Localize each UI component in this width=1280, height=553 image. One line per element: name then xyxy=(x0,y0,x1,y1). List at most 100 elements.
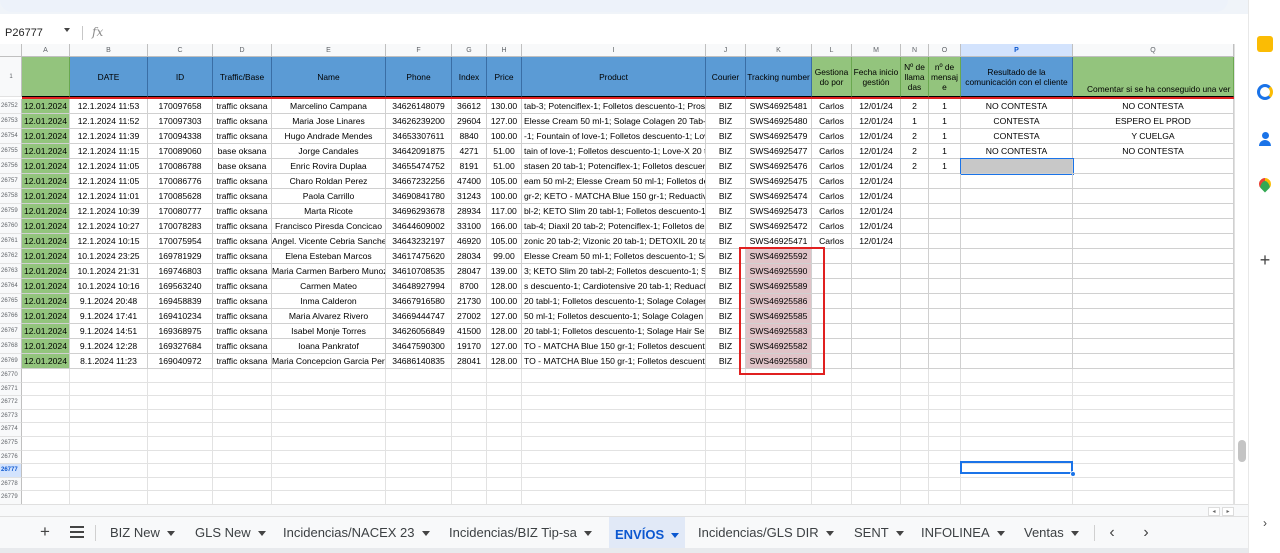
cell-fecha[interactable] xyxy=(852,264,901,279)
cell-com[interactable]: NO CONTESTA xyxy=(1073,144,1234,159)
empty-cell[interactable] xyxy=(706,396,746,410)
empty-cell[interactable] xyxy=(487,423,522,437)
cell-mens[interactable] xyxy=(929,354,961,369)
empty-cell[interactable] xyxy=(213,437,272,451)
row-header[interactable]: 26770 xyxy=(0,369,22,383)
empty-cell[interactable] xyxy=(272,423,386,437)
selected-cell[interactable] xyxy=(960,461,1073,474)
row-header[interactable]: 26769 xyxy=(0,354,22,369)
cell-date[interactable]: 12.01.2024 xyxy=(22,309,70,324)
cell-product[interactable]: tab-4; Diaxil 20 tab-2; Potenciflex-1; F… xyxy=(522,219,706,234)
cell-res[interactable] xyxy=(961,249,1073,264)
cell-mens[interactable]: 1 xyxy=(929,129,961,144)
cell-date[interactable]: 12.01.2024 xyxy=(22,174,70,189)
empty-cell[interactable] xyxy=(386,382,452,397)
plus-icon[interactable]: + xyxy=(36,523,54,541)
empty-cell[interactable] xyxy=(522,464,706,478)
empty-cell[interactable] xyxy=(22,423,70,437)
empty-cell[interactable] xyxy=(522,450,706,465)
empty-cell[interactable] xyxy=(746,477,812,492)
empty-cell[interactable] xyxy=(852,423,901,437)
column-header-f[interactable]: F xyxy=(386,44,452,57)
column-header-d[interactable]: D xyxy=(213,44,272,57)
cell-price[interactable]: 100.00 xyxy=(487,189,522,204)
cell-com[interactable] xyxy=(1073,249,1234,264)
empty-cell[interactable] xyxy=(213,464,272,478)
row-header[interactable]: 26752 xyxy=(0,99,22,114)
empty-cell[interactable] xyxy=(929,450,961,465)
empty-cell[interactable] xyxy=(961,477,1073,492)
cell-traffic[interactable]: traffic oksana xyxy=(213,129,272,144)
empty-cell[interactable] xyxy=(452,437,487,451)
cell-res[interactable] xyxy=(961,354,1073,369)
cell-name[interactable]: Marta Ricote xyxy=(272,204,386,219)
empty-cell[interactable] xyxy=(901,382,929,397)
cell-llam[interactable] xyxy=(901,189,929,204)
cell-fecha[interactable] xyxy=(852,279,901,294)
cell-res[interactable] xyxy=(961,264,1073,279)
cell-fecha[interactable]: 12/01/24 xyxy=(852,159,901,174)
cell-product[interactable]: TO - MATCHA Blue 150 gr-1; Folletos desc… xyxy=(522,354,706,369)
empty-cell[interactable] xyxy=(452,423,487,437)
row-header[interactable]: 26766 xyxy=(0,309,22,324)
empty-cell[interactable] xyxy=(746,382,812,397)
empty-cell[interactable] xyxy=(148,382,213,397)
cell-price[interactable]: 100.00 xyxy=(487,129,522,144)
cell-fecha[interactable]: 12/01/24 xyxy=(852,114,901,129)
empty-cell[interactable] xyxy=(901,477,929,492)
cell-traffic[interactable]: base oksana xyxy=(213,144,272,159)
sheet-tab[interactable]: BIZ New xyxy=(104,517,181,548)
cell-mens[interactable] xyxy=(929,309,961,324)
cell-name[interactable]: Marcelino Campana xyxy=(272,99,386,114)
row-header[interactable]: 26760 xyxy=(0,219,22,234)
cell-mens[interactable]: 1 xyxy=(929,114,961,129)
cell-id[interactable]: 170097658 xyxy=(148,99,213,114)
cell-com[interactable] xyxy=(1073,279,1234,294)
empty-cell[interactable] xyxy=(148,396,213,410)
cell-index[interactable]: 8191 xyxy=(452,159,487,174)
cell-dt[interactable]: 12.1.2024 11:39 xyxy=(70,129,148,144)
cell-traffic[interactable]: traffic oksana xyxy=(213,309,272,324)
cell-llam[interactable]: 2 xyxy=(901,99,929,114)
cell-llam[interactable]: 2 xyxy=(901,159,929,174)
chevron-down-icon[interactable] xyxy=(64,28,70,32)
empty-cell[interactable] xyxy=(929,464,961,478)
empty-cell[interactable] xyxy=(812,437,852,451)
sheet-grid[interactable]: A B C D E F G H I J K L M N O P Q 1 DATE ID Traffic/Base Name… xyxy=(0,44,1234,504)
empty-cell[interactable] xyxy=(901,464,929,478)
column-header-n[interactable]: N xyxy=(901,44,929,57)
cell-traffic[interactable]: traffic oksana xyxy=(213,294,272,309)
empty-cell[interactable] xyxy=(929,409,961,424)
empty-cell[interactable] xyxy=(852,477,901,492)
cell-product[interactable]: 20 tabl-1; Folletos descuento-1; Solage … xyxy=(522,294,706,309)
row-header[interactable]: 26779 xyxy=(0,491,22,504)
empty-cell[interactable] xyxy=(852,464,901,478)
empty-cell[interactable] xyxy=(1073,477,1234,492)
cell-courier[interactable]: BIZ xyxy=(706,219,746,234)
empty-cell[interactable] xyxy=(272,396,386,410)
cell-phone[interactable]: 34626056849 xyxy=(386,324,452,339)
empty-cell[interactable] xyxy=(852,491,901,504)
cell-product[interactable]: gr-2; KETO - MATCHA Blue 150 gr-1; Redua… xyxy=(522,189,706,204)
row-header[interactable]: 1 xyxy=(0,57,22,97)
cell-com[interactable] xyxy=(1073,219,1234,234)
empty-cell[interactable] xyxy=(706,464,746,478)
empty-cell[interactable] xyxy=(386,450,452,465)
empty-cell[interactable] xyxy=(70,437,148,451)
empty-cell[interactable] xyxy=(452,491,487,504)
empty-cell[interactable] xyxy=(70,382,148,397)
cell-traffic[interactable]: traffic oksana xyxy=(213,204,272,219)
cell-date[interactable]: 12.01.2024 xyxy=(22,354,70,369)
cell-date[interactable]: 12.01.2024 xyxy=(22,339,70,354)
row-header[interactable]: 26753 xyxy=(0,114,22,129)
cell-id[interactable]: 169563240 xyxy=(148,279,213,294)
cell-res[interactable] xyxy=(961,294,1073,309)
cell-com[interactable] xyxy=(1073,354,1234,369)
cell-price[interactable]: 128.00 xyxy=(487,354,522,369)
cell-id[interactable]: 170078283 xyxy=(148,219,213,234)
fill-handle[interactable] xyxy=(1070,471,1076,477)
empty-cell[interactable] xyxy=(929,396,961,410)
empty-cell[interactable] xyxy=(22,491,70,504)
empty-cell[interactable] xyxy=(1073,382,1234,397)
row-header[interactable]: 26774 xyxy=(0,423,22,437)
